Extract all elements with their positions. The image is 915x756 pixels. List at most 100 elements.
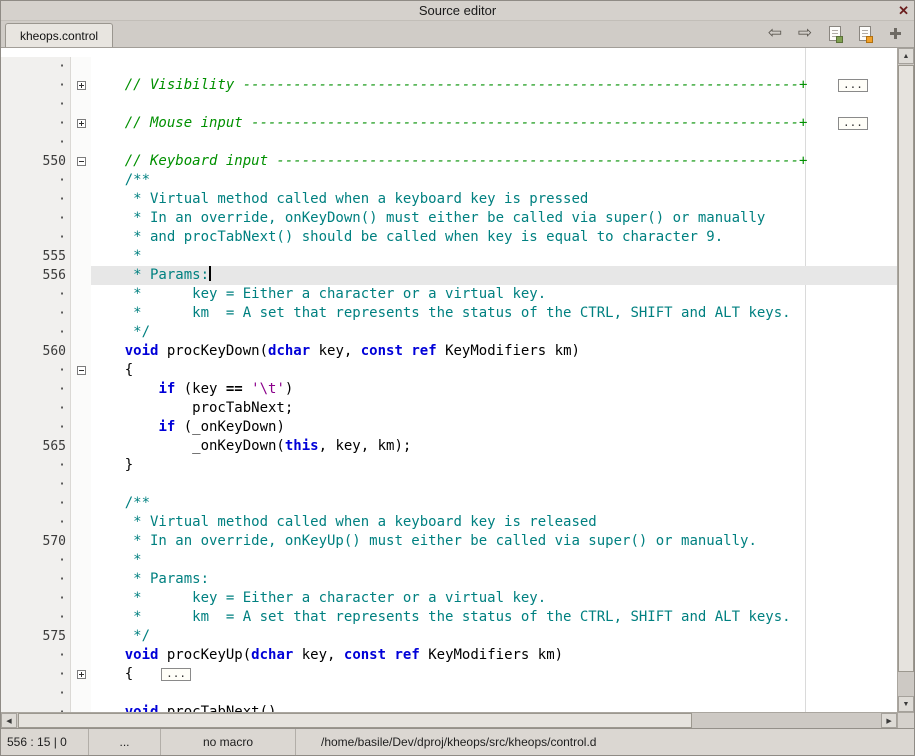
line-number-cell[interactable]: · bbox=[1, 418, 71, 437]
fold-gutter-cell[interactable] bbox=[71, 114, 91, 133]
code-line[interactable]: · procTabNext; bbox=[1, 399, 897, 418]
nav-back-button[interactable]: ⇦ bbox=[763, 21, 787, 45]
code-text[interactable]: // Visibility --------------------------… bbox=[91, 76, 897, 95]
code-text[interactable]: * km = A set that represents the status … bbox=[91, 608, 897, 627]
code-text[interactable] bbox=[91, 133, 897, 152]
line-number-cell[interactable]: · bbox=[1, 703, 71, 712]
line-number-cell[interactable]: 550 bbox=[1, 152, 71, 171]
code-line[interactable]: · * In an override, onKeyDown() must eit… bbox=[1, 209, 897, 228]
code-line[interactable]: · if (key == '\t') bbox=[1, 380, 897, 399]
code-text[interactable]: /** bbox=[91, 171, 897, 190]
code-text[interactable] bbox=[91, 95, 897, 114]
fold-gutter-cell[interactable] bbox=[71, 665, 91, 684]
line-number-cell[interactable]: · bbox=[1, 323, 71, 342]
nav-forward-button[interactable]: ⇨ bbox=[793, 21, 817, 45]
line-number-cell[interactable]: 575 bbox=[1, 627, 71, 646]
line-number-cell[interactable]: · bbox=[1, 209, 71, 228]
line-number-cell[interactable]: · bbox=[1, 646, 71, 665]
code-text[interactable]: * Params: bbox=[91, 266, 897, 285]
code-line[interactable]: · /** bbox=[1, 171, 897, 190]
line-number-cell[interactable]: · bbox=[1, 665, 71, 684]
code-line[interactable]: · void procTabNext() bbox=[1, 703, 897, 712]
line-number-cell[interactable]: · bbox=[1, 456, 71, 475]
code-line[interactable]: 550 // Keyboard input ------------------… bbox=[1, 152, 897, 171]
vertical-scrollbar[interactable]: ▲ ▼ bbox=[897, 48, 914, 712]
collapsed-fold-box[interactable]: ... bbox=[161, 668, 191, 681]
code-text[interactable]: * key = Either a character or a virtual … bbox=[91, 589, 897, 608]
fold-plus-icon[interactable] bbox=[77, 670, 86, 679]
fold-plus-icon[interactable] bbox=[77, 119, 86, 128]
code-text[interactable]: // Keyboard input ----------------------… bbox=[91, 152, 897, 171]
code-text[interactable]: * In an override, onKeyUp() must either … bbox=[91, 532, 897, 551]
line-number-cell[interactable]: · bbox=[1, 133, 71, 152]
code-text[interactable]: * Virtual method called when a keyboard … bbox=[91, 513, 897, 532]
code-line[interactable]: · * km = A set that represents the statu… bbox=[1, 304, 897, 323]
code-text[interactable]: * Params: bbox=[91, 570, 897, 589]
code-line[interactable]: · /** bbox=[1, 494, 897, 513]
fold-gutter-cell[interactable] bbox=[71, 76, 91, 95]
line-number-cell[interactable]: 565 bbox=[1, 437, 71, 456]
code-line[interactable]: · bbox=[1, 684, 897, 703]
code-line[interactable]: · * bbox=[1, 551, 897, 570]
code-text[interactable]: * bbox=[91, 551, 897, 570]
fold-gutter-cell[interactable] bbox=[71, 152, 91, 171]
code-line[interactable]: 555 * bbox=[1, 247, 897, 266]
scroll-left-button[interactable]: ◀ bbox=[1, 713, 17, 728]
vertical-scrollbar-track[interactable] bbox=[898, 64, 914, 696]
horizontal-scrollbar[interactable]: ◀ ▶ bbox=[1, 713, 897, 728]
code-line[interactable]: 575 */ bbox=[1, 627, 897, 646]
fold-gutter-cell[interactable] bbox=[71, 361, 91, 380]
code-text[interactable]: } bbox=[91, 456, 897, 475]
code-line[interactable]: · * key = Either a character or a virtua… bbox=[1, 589, 897, 608]
code-line[interactable]: 556 * Params: bbox=[1, 266, 897, 285]
line-number-cell[interactable]: 560 bbox=[1, 342, 71, 361]
line-number-cell[interactable]: · bbox=[1, 228, 71, 247]
close-icon[interactable]: ✕ bbox=[898, 2, 909, 20]
vertical-scrollbar-thumb[interactable] bbox=[898, 65, 914, 672]
code-text[interactable]: { bbox=[91, 361, 897, 380]
line-number-cell[interactable]: · bbox=[1, 570, 71, 589]
line-number-cell[interactable]: 556 bbox=[1, 266, 71, 285]
code-text[interactable]: * In an override, onKeyDown() must eithe… bbox=[91, 209, 897, 228]
line-number-cell[interactable]: · bbox=[1, 76, 71, 95]
line-number-cell[interactable]: · bbox=[1, 380, 71, 399]
code-line[interactable]: · bbox=[1, 95, 897, 114]
code-line[interactable]: · } bbox=[1, 456, 897, 475]
code-line[interactable]: · if (_onKeyDown) bbox=[1, 418, 897, 437]
code-line[interactable]: 570 * In an override, onKeyUp() must eit… bbox=[1, 532, 897, 551]
fold-minus-icon[interactable] bbox=[77, 366, 86, 375]
code-text[interactable]: void procKeyDown(dchar key, const ref Ke… bbox=[91, 342, 897, 361]
line-number-cell[interactable]: · bbox=[1, 494, 71, 513]
line-number-cell[interactable]: · bbox=[1, 304, 71, 323]
code-text[interactable]: * and procTabNext() should be called whe… bbox=[91, 228, 897, 247]
code-line[interactable]: · { bbox=[1, 361, 897, 380]
scroll-up-button[interactable]: ▲ bbox=[898, 48, 914, 64]
code-text[interactable]: if (_onKeyDown) bbox=[91, 418, 897, 437]
code-region[interactable]: ·· // Visibility -----------------------… bbox=[1, 48, 897, 712]
code-text[interactable]: * Virtual method called when a keyboard … bbox=[91, 190, 897, 209]
line-number-cell[interactable]: 570 bbox=[1, 532, 71, 551]
code-text[interactable]: if (key == '\t') bbox=[91, 380, 897, 399]
line-number-cell[interactable]: 555 bbox=[1, 247, 71, 266]
tab-kheops-control[interactable]: kheops.control bbox=[5, 23, 113, 47]
line-number-cell[interactable]: · bbox=[1, 684, 71, 703]
code-line[interactable]: · * Params: bbox=[1, 570, 897, 589]
line-number-cell[interactable]: · bbox=[1, 114, 71, 133]
line-number-cell[interactable]: · bbox=[1, 57, 71, 76]
code-text[interactable]: */ bbox=[91, 323, 897, 342]
line-number-cell[interactable]: · bbox=[1, 551, 71, 570]
code-text[interactable]: // Mouse input -------------------------… bbox=[91, 114, 897, 133]
code-line[interactable]: · * and procTabNext() should be called w… bbox=[1, 228, 897, 247]
code-line[interactable]: 560 void procKeyDown(dchar key, const re… bbox=[1, 342, 897, 361]
line-number-cell[interactable]: · bbox=[1, 361, 71, 380]
line-number-cell[interactable]: · bbox=[1, 589, 71, 608]
code-text[interactable]: procTabNext; bbox=[91, 399, 897, 418]
line-number-cell[interactable]: · bbox=[1, 285, 71, 304]
line-number-cell[interactable]: · bbox=[1, 95, 71, 114]
code-text[interactable]: */ bbox=[91, 627, 897, 646]
line-number-cell[interactable]: · bbox=[1, 190, 71, 209]
document-button-1[interactable] bbox=[823, 21, 847, 45]
code-text[interactable]: /** bbox=[91, 494, 897, 513]
code-text[interactable]: _onKeyDown(this, key, km); bbox=[91, 437, 897, 456]
code-line[interactable]: · {... bbox=[1, 665, 897, 684]
